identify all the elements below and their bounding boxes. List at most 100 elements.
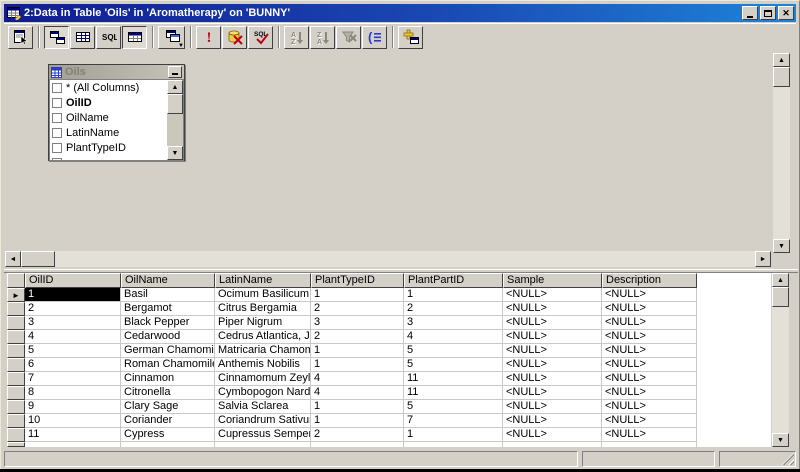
row-selector[interactable]	[7, 344, 25, 358]
grid-cell[interactable]: <NULL>	[503, 358, 602, 372]
row-selector[interactable]	[7, 400, 25, 414]
field-list-scrollbar[interactable]: ▲ ▼	[167, 80, 183, 160]
add-table-button[interactable]	[398, 26, 423, 49]
grid-cell[interactable]: German Chamomile	[121, 344, 215, 358]
scrollbar-thumb[interactable]	[167, 94, 183, 114]
diagram-horizontal-scrollbar[interactable]: ◄ ►	[5, 251, 771, 267]
group-by-button[interactable]: (	[362, 26, 387, 49]
title-bar[interactable]: 2:Data in Table 'Oils' in 'Aromatherapy'…	[4, 4, 796, 22]
grid-cell[interactable]: 2	[311, 428, 404, 442]
scrollbar-thumb[interactable]	[773, 67, 790, 87]
grid-cell[interactable]: 1	[311, 288, 404, 302]
grid-cell[interactable]: 5	[25, 344, 121, 358]
column-header-plantpartid[interactable]: PlantPartID	[404, 273, 503, 288]
grid-cell[interactable]: Salvia Sclarea	[215, 400, 311, 414]
show-diagram-pane-button[interactable]	[44, 26, 69, 49]
grid-cell[interactable]: 1	[311, 400, 404, 414]
column-header-sample[interactable]: Sample	[503, 273, 602, 288]
diagram-vertical-scrollbar[interactable]: ▲ ▼	[773, 53, 790, 253]
scroll-up-button[interactable]: ▲	[773, 53, 790, 67]
sort-ascending-button[interactable]: A Z A Z	[284, 26, 309, 49]
scrollbar-thumb[interactable]	[772, 287, 789, 307]
row-selector[interactable]	[7, 428, 25, 442]
row-selector[interactable]	[7, 330, 25, 344]
scroll-down-button[interactable]: ▼	[167, 146, 183, 160]
grid-cell[interactable]: 8	[25, 386, 121, 400]
grid-cell[interactable]: 2	[25, 302, 121, 316]
grid-cell[interactable]: <NULL>	[602, 316, 697, 330]
grid-cell[interactable]: 4	[25, 330, 121, 344]
grid-cell[interactable]: <NULL>	[602, 414, 697, 428]
scrollbar-track[interactable]	[773, 87, 790, 239]
grid-cell[interactable]: Matricaria Chamom	[215, 344, 311, 358]
grid-cell[interactable]: <NULL>	[503, 386, 602, 400]
grid-cell[interactable]: <NULL>	[602, 386, 697, 400]
field-row[interactable]: * (All Columns)	[50, 80, 167, 95]
grid-cell[interactable]: 3	[25, 316, 121, 330]
grid-cell[interactable]: Piper Nigrum	[215, 316, 311, 330]
grid-cell[interactable]: <NULL>	[503, 428, 602, 442]
grid-cell[interactable]: 5	[404, 344, 503, 358]
grid-cell[interactable]: <NULL>	[503, 288, 602, 302]
row-header-corner[interactable]	[7, 273, 25, 288]
field-checkbox[interactable]	[52, 98, 62, 108]
run-button[interactable]: !	[196, 26, 221, 49]
grid-cell[interactable]: 3	[404, 316, 503, 330]
grid-cell[interactable]	[602, 442, 697, 447]
column-header-oilid[interactable]: OilID	[25, 273, 121, 288]
grid-cell[interactable]: 11	[404, 386, 503, 400]
show-results-pane-button[interactable]	[122, 26, 147, 49]
grid-cell[interactable]: Cymbopogon Nardu	[215, 386, 311, 400]
scroll-up-button[interactable]: ▲	[772, 273, 789, 287]
grid-cell[interactable]	[503, 442, 602, 447]
grid-cell[interactable]: 1	[404, 288, 503, 302]
grid-cell[interactable]: 4	[311, 386, 404, 400]
grid-cell[interactable]: Cinnamomum Zeyla	[215, 372, 311, 386]
resize-grip[interactable]	[782, 453, 794, 465]
scroll-down-button[interactable]: ▼	[773, 239, 790, 253]
field-checkbox[interactable]	[52, 83, 62, 93]
grid-cell[interactable]: 7	[25, 372, 121, 386]
remove-filter-button[interactable]	[336, 26, 361, 49]
column-header-planttypeid[interactable]: PlantTypeID	[311, 273, 404, 288]
grid-cell[interactable]: 1	[25, 288, 121, 302]
grid-cell[interactable]: <NULL>	[602, 288, 697, 302]
grid-cell[interactable]: 2	[311, 330, 404, 344]
grid-cell[interactable]: 11	[25, 428, 121, 442]
grid-cell[interactable]: 3	[311, 316, 404, 330]
grid-cell[interactable]: Black Pepper	[121, 316, 215, 330]
column-header-description[interactable]: Description	[602, 273, 697, 288]
grid-cell[interactable]: <NULL>	[602, 400, 697, 414]
scroll-up-button[interactable]: ▲	[167, 80, 183, 94]
grid-cell[interactable]	[311, 442, 404, 447]
grid-cell[interactable]: Bergamot	[121, 302, 215, 316]
change-query-type-button[interactable]: ▼	[158, 26, 185, 49]
grid-cell[interactable]: 4	[311, 372, 404, 386]
oils-table-window[interactable]: Oils * (All Columns)OilIDOilNameLatinNam…	[48, 64, 185, 161]
field-checkbox[interactable]	[52, 113, 62, 123]
grid-cell[interactable]: <NULL>	[602, 302, 697, 316]
grid-cell[interactable]: <NULL>	[503, 414, 602, 428]
scroll-left-button[interactable]: ◄	[5, 251, 21, 267]
row-selector[interactable]	[7, 358, 25, 372]
grid-cell[interactable]: <NULL>	[602, 330, 697, 344]
grid-cell[interactable]: Cinnamon	[121, 372, 215, 386]
grid-cell[interactable]	[404, 442, 503, 447]
field-checkbox[interactable]	[52, 143, 62, 153]
grid-cell[interactable]	[121, 442, 215, 447]
field-row[interactable]: OilName	[50, 110, 167, 125]
scrollbar-thumb[interactable]	[21, 251, 55, 267]
grid-cell[interactable]	[215, 442, 311, 447]
properties-button[interactable]	[8, 26, 33, 49]
row-selector[interactable]	[7, 302, 25, 316]
grid-cell[interactable]: Anthemis Nobilis	[215, 358, 311, 372]
row-selector[interactable]	[7, 414, 25, 428]
grid-cell[interactable]: Cupressus Semperv	[215, 428, 311, 442]
grid-cell[interactable]: <NULL>	[602, 372, 697, 386]
grid-cell[interactable]: <NULL>	[503, 316, 602, 330]
grid-cell[interactable]: <NULL>	[602, 344, 697, 358]
grid-cell[interactable]	[25, 442, 121, 447]
grid-cell[interactable]: 11	[404, 372, 503, 386]
grid-cell[interactable]: Ocimum Basilicum	[215, 288, 311, 302]
grid-cell[interactable]: <NULL>	[503, 400, 602, 414]
